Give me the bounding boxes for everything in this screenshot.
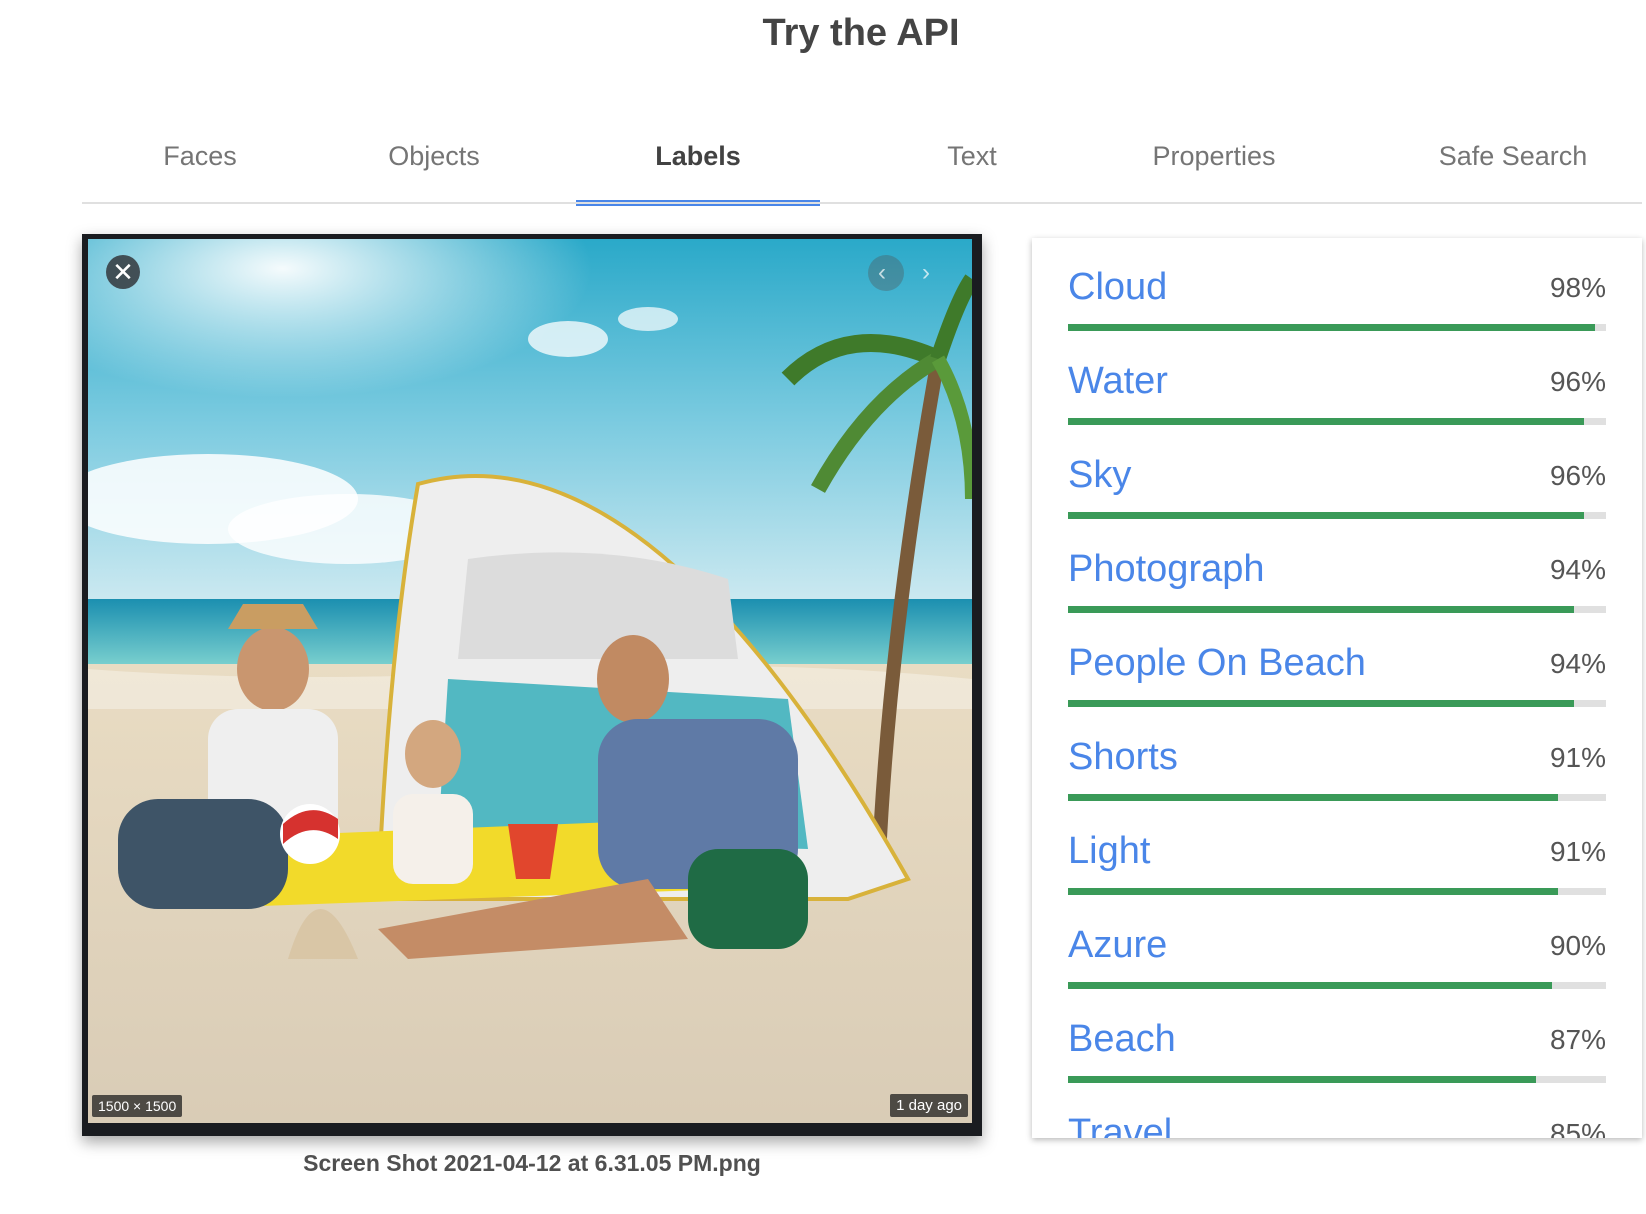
beach-photo-illustration: [88, 239, 972, 1123]
label-name[interactable]: Light: [1068, 830, 1150, 873]
label-score: 94%: [1549, 554, 1606, 585]
confidence-bar-track: [1068, 418, 1606, 425]
confidence-bar-fill: [1068, 1076, 1537, 1083]
label-row: Light 91%: [1068, 822, 1606, 916]
label-score: 98%: [1549, 272, 1606, 303]
chevron-left-icon: ‹: [878, 259, 886, 286]
close-icon: ✕: [112, 257, 134, 287]
confidence-bar-track: [1068, 1076, 1606, 1083]
label-name[interactable]: Beach: [1068, 1018, 1176, 1061]
label-row: Travel 85%: [1068, 1104, 1606, 1138]
confidence-bar-fill: [1068, 700, 1574, 707]
label-row: Azure 90%: [1068, 916, 1606, 1010]
tab-faces[interactable]: Faces: [82, 124, 318, 204]
label-row: Sky 96%: [1068, 446, 1606, 540]
label-row: Cloud 98%: [1068, 258, 1606, 352]
tab-text[interactable]: Text: [872, 124, 1072, 204]
label-name[interactable]: Travel: [1068, 1112, 1172, 1138]
confidence-bar-fill: [1068, 888, 1558, 895]
tab-objects[interactable]: Objects: [318, 124, 550, 204]
nav-left-circle: [868, 255, 904, 291]
labels-results-panel: Cloud 98% Water 96% Sky 96% Photograph 94% Peopl…: [1032, 238, 1642, 1138]
label-score: 96%: [1549, 460, 1606, 491]
confidence-bar-fill: [1068, 324, 1596, 331]
label-score: 87%: [1549, 1024, 1606, 1055]
label-row: Photograph 94%: [1068, 540, 1606, 634]
uploaded-image-card: ✕ ‹ › 1500 × 1500 1 day ago: [82, 234, 982, 1136]
chevron-right-icon: ›: [922, 259, 930, 286]
tab-labels-label: Labels: [655, 141, 741, 171]
label-score: 94%: [1549, 648, 1606, 679]
confidence-bar-track: [1068, 794, 1606, 801]
label-score: 91%: [1549, 836, 1606, 867]
label-row: Beach 87%: [1068, 1010, 1606, 1104]
image-nav-arrows[interactable]: ‹ ›: [868, 253, 944, 293]
label-name[interactable]: Azure: [1068, 924, 1167, 967]
confidence-bar-track: [1068, 700, 1606, 707]
tab-bar-divider: [82, 202, 1642, 204]
label-name[interactable]: Cloud: [1068, 266, 1167, 309]
label-score: 90%: [1549, 930, 1606, 961]
label-name[interactable]: Water: [1068, 360, 1168, 403]
tab-safe-search[interactable]: Safe Search: [1384, 124, 1642, 204]
uploaded-photo: ✕ ‹ › 1500 × 1500 1 day ago: [88, 239, 972, 1123]
label-name[interactable]: Sky: [1068, 454, 1131, 497]
label-name[interactable]: Photograph: [1068, 548, 1265, 591]
confidence-bar-track: [1068, 888, 1606, 895]
label-name[interactable]: Shorts: [1068, 736, 1178, 779]
tab-bar: Faces Objects Labels Text Properties Saf…: [82, 124, 1642, 206]
confidence-bar-track: [1068, 982, 1606, 989]
label-row: People On Beach 94%: [1068, 634, 1606, 728]
label-name[interactable]: People On Beach: [1068, 642, 1366, 685]
confidence-bar-fill: [1068, 418, 1585, 425]
label-score: 96%: [1549, 366, 1606, 397]
confidence-bar-fill: [1068, 606, 1574, 613]
confidence-bar-track: [1068, 324, 1606, 331]
page-title: Try the API: [762, 12, 960, 54]
confidence-bar-fill: [1068, 794, 1558, 801]
confidence-bar-track: [1068, 606, 1606, 613]
tab-properties[interactable]: Properties: [1084, 124, 1344, 204]
label-row: Shorts 91%: [1068, 728, 1606, 822]
confidence-bar-fill: [1068, 512, 1585, 519]
label-score: 85%: [1549, 1118, 1606, 1138]
confidence-bar-track: [1068, 512, 1606, 519]
tab-labels[interactable]: Labels: [576, 124, 820, 206]
close-image-button[interactable]: ✕: [106, 255, 140, 289]
image-dimensions-badge: 1500 × 1500: [92, 1095, 183, 1117]
confidence-bar-fill: [1068, 982, 1553, 989]
image-filename: Screen Shot 2021-04-12 at 6.31.05 PM.png: [303, 1150, 761, 1176]
image-age-badge: 1 day ago: [890, 1094, 968, 1117]
label-row: Water 96%: [1068, 352, 1606, 446]
label-score: 91%: [1549, 742, 1606, 773]
